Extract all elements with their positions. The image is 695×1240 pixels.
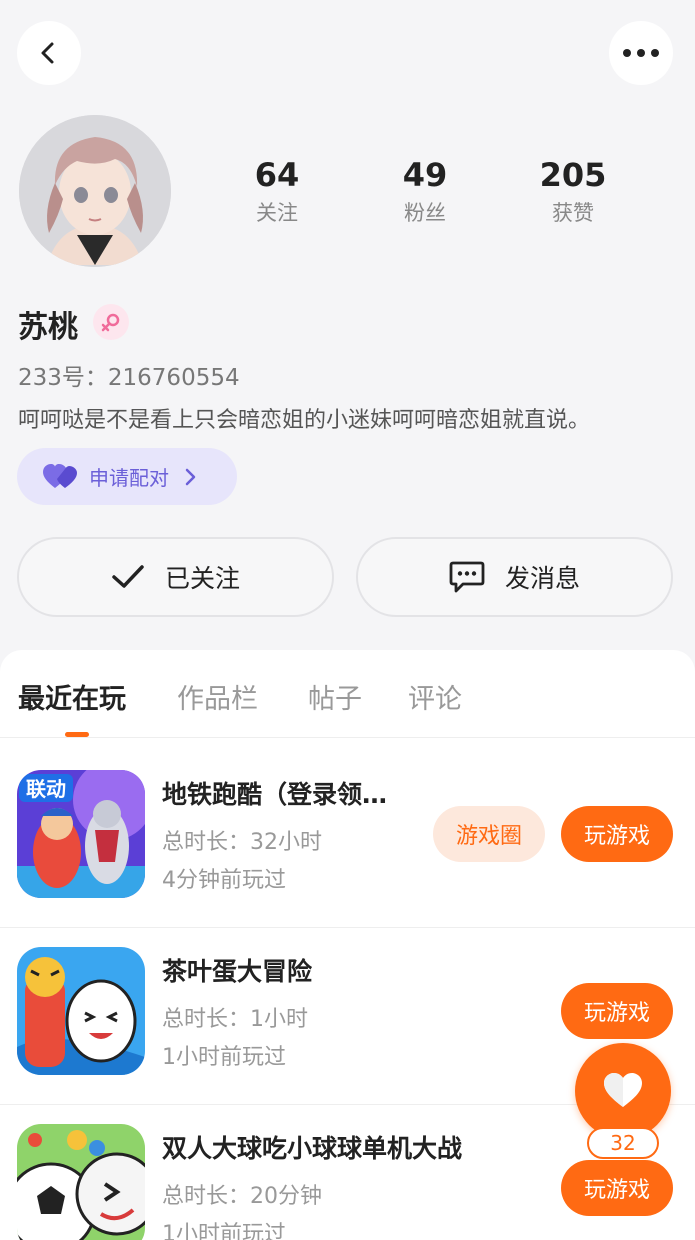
send-message-button[interactable]: 发消息 [356,537,673,617]
tab-indicator [65,732,89,737]
tab-posts[interactable]: 帖子 [308,677,362,716]
followed-button[interactable]: 已关注 [17,537,334,617]
game-title: 地铁跑酷（登录领… [162,780,388,809]
chevron-right-icon [185,468,196,485]
profile-header: 64 关注 49 粉丝 205 获赞 苏桃 233号：216760554 呵呵哒… [0,0,695,660]
followed-label: 已关注 [164,564,240,593]
stat-fans[interactable]: 49 粉丝 [365,155,485,227]
game-last-played: 1小时前玩过 [162,1222,286,1240]
game-duration: 总时长：32小时 [162,830,322,855]
double-heart-icon [43,463,77,488]
username: 苏桃 [18,310,78,345]
tab-comments[interactable]: 评论 [408,677,462,716]
stat-value: 49 [402,156,448,194]
more-button[interactable] [609,21,673,85]
game-duration: 总时长：20分钟 [162,1184,322,1209]
chevron-left-icon [41,42,54,64]
check-icon [112,565,144,588]
more-horizontal-icon [623,49,659,57]
play-game-button[interactable]: 玩游戏 [561,983,673,1039]
game-title: 茶叶蛋大冒险 [162,957,313,986]
apply-pair-button[interactable]: 申请配对 [17,448,237,505]
stat-label: 关注 [256,201,298,225]
stat-likes[interactable]: 205 获赞 [513,155,633,227]
user-bio: 呵呵哒是不是看上只会暗恋姐的小迷妹呵呵暗恋姐就直说。 [18,408,591,433]
tab-bar: 最近在玩 作品栏 帖子 评论 [0,650,695,738]
like-count-badge: 32 [587,1127,659,1159]
avatar[interactable] [19,115,171,267]
floating-like-button[interactable] [575,1043,671,1139]
play-game-button[interactable]: 玩游戏 [561,1160,673,1216]
tab-works[interactable]: 作品栏 [177,677,258,716]
female-icon [101,313,120,332]
stat-value: 205 [539,156,607,194]
game-icon-ball-battle [17,1124,145,1240]
game-title: 双人大球吃小球球单机大战 [162,1134,463,1163]
gender-badge [93,304,129,340]
avatar-illustration [19,115,171,267]
stat-label: 获赞 [552,201,594,225]
apply-pair-label: 申请配对 [89,466,169,490]
user-id: 233号：216760554 [18,365,240,391]
game-icon-tea-egg [17,947,145,1075]
game-icon-badge: 联动 [26,777,66,801]
back-button[interactable] [17,21,81,85]
stat-following[interactable]: 64 关注 [217,155,337,227]
chat-bubble-icon [449,561,485,593]
tab-recently-played[interactable]: 最近在玩 [18,677,126,716]
stat-value: 64 [254,156,300,194]
game-last-played: 1小时前玩过 [162,1045,286,1070]
game-duration: 总时长：1小时 [162,1007,308,1032]
send-message-label: 发消息 [504,564,580,593]
game-last-played: 4分钟前玩过 [162,868,286,893]
play-game-button[interactable]: 玩游戏 [561,806,673,862]
game-circle-button[interactable]: 游戏圈 [433,806,545,862]
stat-label: 粉丝 [404,201,446,225]
game-row[interactable]: 联动 地铁跑酷（登录领… 总时长：32小时 4分钟前玩过 游戏圈 玩游戏 [0,751,695,928]
heart-icon [604,1073,642,1107]
game-icon-subway: 联动 [17,770,145,898]
